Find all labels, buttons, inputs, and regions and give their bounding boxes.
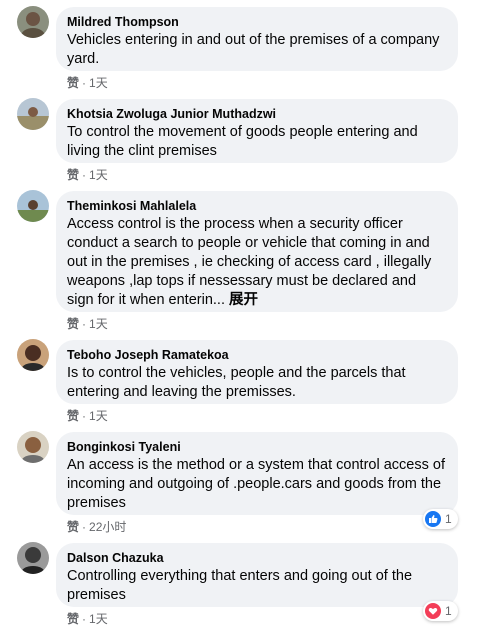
separator: · [82,612,87,626]
author-name[interactable]: Teboho Joseph Ramatekoa [67,347,446,363]
timestamp[interactable]: 1天 [89,167,108,183]
separator: · [82,168,87,182]
author-name[interactable]: Dalson Chazuka [67,550,446,566]
avatar[interactable] [17,6,49,38]
separator: · [82,520,87,534]
comment-text: An access is the method or a system that… [67,457,445,511]
like-button[interactable]: 赞 [67,167,79,183]
comment-text: Is to control the vehicles, people and t… [67,365,406,400]
separator: · [82,317,87,331]
like-button[interactable]: 赞 [67,519,79,535]
heart-icon [425,603,441,619]
timestamp[interactable]: 22小时 [89,519,126,535]
comment-actions: 赞 · 22小时 [67,519,126,535]
avatar[interactable] [17,190,49,222]
comment-actions: 赞 · 1天 [67,75,108,91]
comment-bubble: Teboho Joseph Ramatekoa Is to control th… [56,340,458,404]
timestamp[interactable]: 1天 [89,316,108,332]
thumbs-up-icon [425,511,441,527]
comment-text: Vehicles entering in and out of the prem… [67,32,440,67]
comment-bubble: Dalson Chazuka Controlling everything th… [56,543,458,607]
timestamp[interactable]: 1天 [89,408,108,424]
reaction-badge[interactable]: 1 [423,509,458,529]
like-button[interactable]: 赞 [67,611,79,627]
author-name[interactable]: Khotsia Zwoluga Junior Muthadzwi [67,106,446,122]
separator: · [82,76,87,90]
author-name[interactable]: Mildred Thompson [67,14,446,30]
comment-bubble: Bonginkosi Tyaleni An access is the meth… [56,432,458,515]
like-button[interactable]: 赞 [67,316,79,332]
comment-text: To control the movement of goods people … [67,124,418,159]
reaction-count: 1 [445,512,452,526]
author-name[interactable]: Theminkosi Mahlalela [67,198,446,214]
comment-bubble: Khotsia Zwoluga Junior Muthadzwi To cont… [56,99,458,163]
separator: · [82,409,87,423]
comment-bubble: Mildred Thompson Vehicles entering in an… [56,7,458,71]
comment-actions: 赞 · 1天 [67,316,108,332]
comment-actions: 赞 · 1天 [67,167,108,183]
like-button[interactable]: 赞 [67,75,79,91]
avatar[interactable] [17,339,49,371]
comment-actions: 赞 · 1天 [67,408,108,424]
reaction-count: 1 [445,604,452,618]
like-button[interactable]: 赞 [67,408,79,424]
avatar[interactable] [17,542,49,574]
comment-bubble: Theminkosi Mahlalela Access control is t… [56,191,458,312]
see-more-link[interactable]: 展开 [229,292,258,308]
comment-actions: 赞 · 1天 [67,611,108,627]
avatar[interactable] [17,431,49,463]
comment-text: Controlling everything that enters and g… [67,568,413,603]
author-name[interactable]: Bonginkosi Tyaleni [67,439,446,455]
timestamp[interactable]: 1天 [89,611,108,627]
avatar[interactable] [17,98,49,130]
reaction-badge[interactable]: 1 [423,601,458,621]
comment-text: Access control is the process when a sec… [67,215,446,310]
timestamp[interactable]: 1天 [89,75,108,91]
